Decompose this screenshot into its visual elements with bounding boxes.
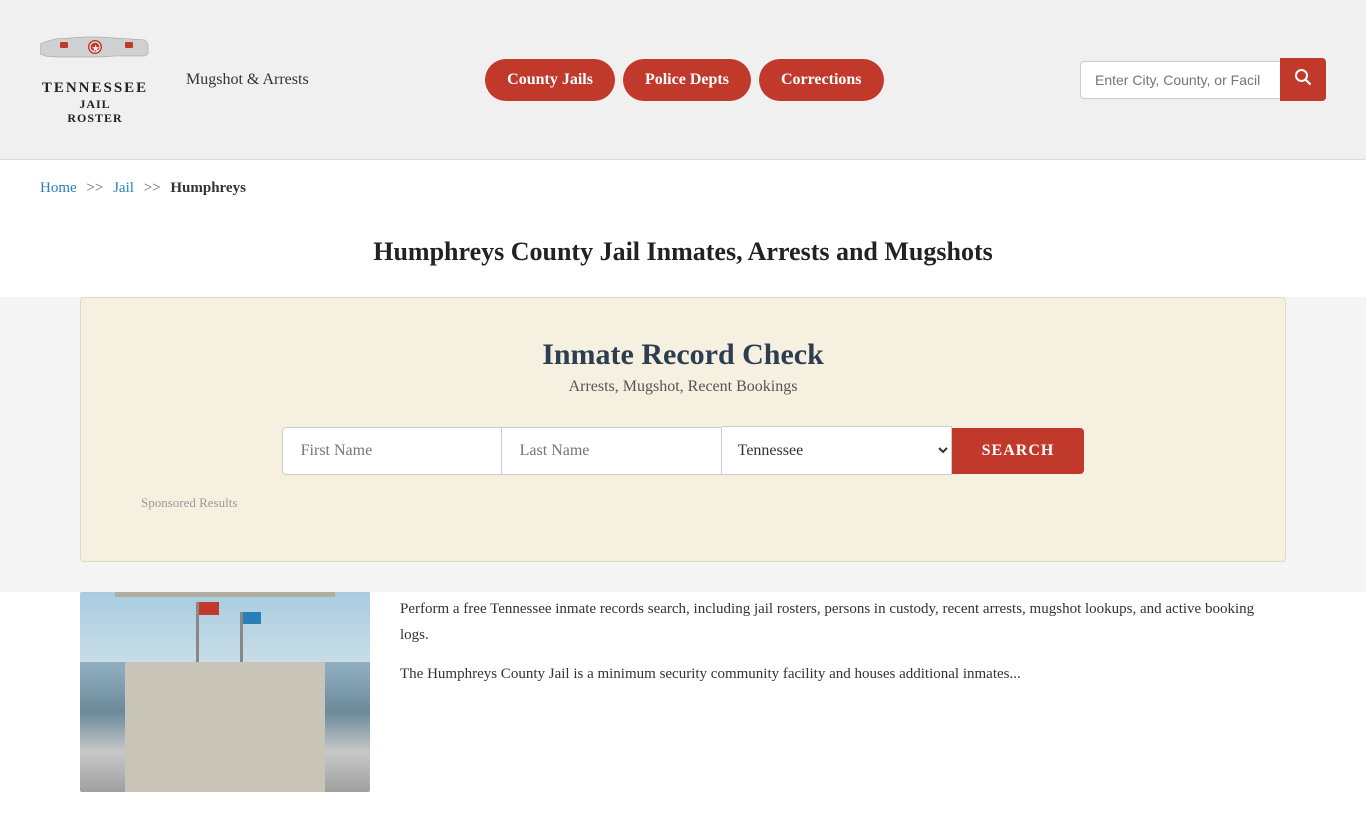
logo-tennessee: TENNESSEE: [42, 79, 148, 97]
record-check-title: Inmate Record Check: [131, 338, 1235, 372]
content-text: Perform a free Tennessee inmate records …: [400, 592, 1286, 792]
svg-text:★: ★: [92, 44, 100, 53]
corrections-button[interactable]: Corrections: [759, 59, 884, 101]
search-icon: [1294, 68, 1312, 86]
flagpole-2: [240, 612, 243, 662]
breadcrumb-home[interactable]: Home: [40, 180, 77, 196]
nav-buttons: County Jails Police Depts Corrections: [485, 59, 883, 101]
breadcrumb-jail[interactable]: Jail: [113, 180, 134, 196]
breadcrumb-sep2: >>: [144, 180, 161, 196]
tn-state-shape-icon: ★: [40, 34, 150, 79]
building-top: [115, 592, 335, 597]
site-logo[interactable]: ★ TENNESSEE JAIL ROSTER: [40, 34, 150, 126]
flag-1: [199, 602, 219, 615]
police-depts-button[interactable]: Police Depts: [623, 59, 751, 101]
logo-text: TENNESSEE JAIL ROSTER: [42, 79, 148, 126]
last-name-input[interactable]: [502, 427, 722, 475]
jail-building-image: [80, 592, 370, 792]
header-search-button[interactable]: [1280, 58, 1326, 101]
breadcrumb: Home >> Jail >> Humphreys: [0, 160, 1366, 217]
county-jails-button[interactable]: County Jails: [485, 59, 615, 101]
record-check-box: Inmate Record Check Arrests, Mugshot, Re…: [80, 297, 1286, 562]
page-title-section: Humphreys County Jail Inmates, Arrests a…: [0, 217, 1366, 297]
page-title: Humphreys County Jail Inmates, Arrests a…: [40, 237, 1326, 267]
content-paragraph-2: The Humphreys County Jail is a minimum s…: [400, 662, 1286, 688]
record-check-subtitle: Arrests, Mugshot, Recent Bookings: [131, 378, 1235, 396]
header-search-area: [1080, 58, 1326, 101]
content-paragraph-1: Perform a free Tennessee inmate records …: [400, 597, 1286, 648]
mugshot-arrests-link[interactable]: Mugshot & Arrests: [186, 71, 309, 89]
inmate-search-button[interactable]: SEARCH: [952, 428, 1085, 474]
flagpole-1: [196, 602, 199, 662]
header-search-input[interactable]: [1080, 61, 1280, 99]
logo-roster: ROSTER: [42, 111, 148, 125]
flag-2: [243, 612, 261, 624]
breadcrumb-sep1: >>: [86, 180, 103, 196]
logo-area: ★ TENNESSEE JAIL ROSTER Mugshot & Arrest…: [40, 34, 309, 126]
logo-jail: JAIL: [42, 97, 148, 111]
building-facade: [125, 662, 325, 792]
state-select[interactable]: TennesseeAlabamaAlaskaArizonaArkansasCal…: [722, 426, 952, 475]
sky-background: [80, 592, 370, 662]
first-name-input[interactable]: [282, 427, 502, 475]
sponsored-label: Sponsored Results: [131, 495, 1235, 511]
breadcrumb-current: Humphreys: [170, 180, 246, 196]
inmate-search-form: TennesseeAlabamaAlaskaArizonaArkansasCal…: [131, 426, 1235, 475]
site-header: ★ TENNESSEE JAIL ROSTER Mugshot & Arrest…: [0, 0, 1366, 160]
content-section: Perform a free Tennessee inmate records …: [0, 592, 1366, 822]
